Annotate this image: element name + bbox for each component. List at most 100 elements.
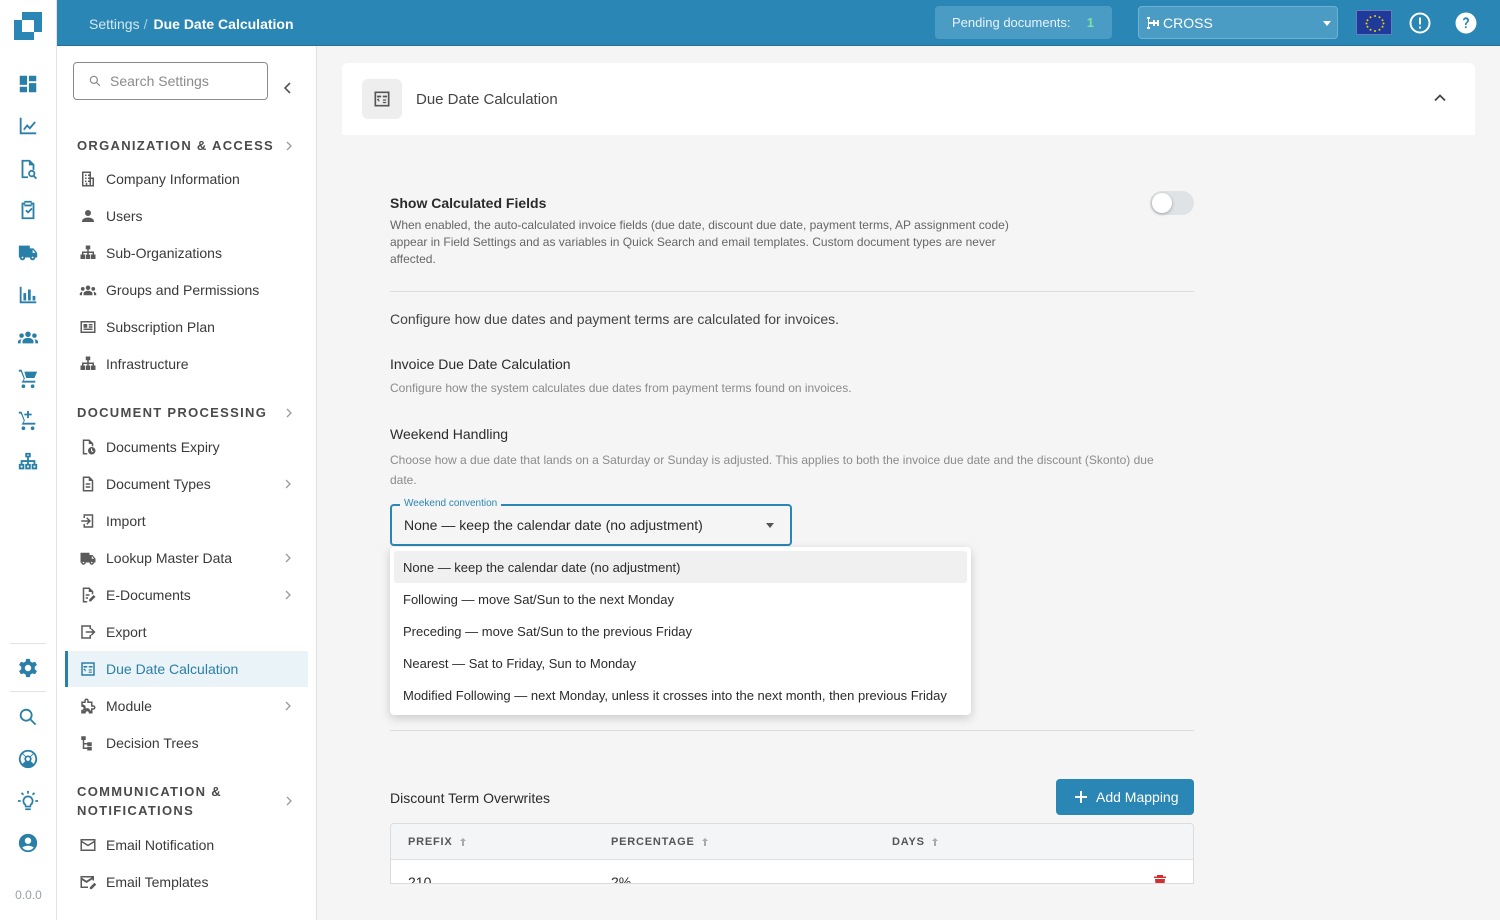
breadcrumb-separator: / (143, 16, 148, 32)
task-checklist-icon[interactable] (16, 198, 40, 222)
alert-icon[interactable] (1408, 11, 1432, 35)
truck-icon (79, 549, 97, 567)
weekend-option-following[interactable]: Following — move Sat/Sun to the next Mon… (394, 583, 967, 615)
sidebar-item-label: Company Information (106, 171, 240, 187)
sort-arrow-icon (459, 838, 466, 847)
dashboard-icon[interactable] (16, 72, 40, 96)
sidebar-item-export[interactable]: Export (65, 614, 308, 650)
network-icon[interactable] (16, 450, 40, 474)
weekend-option-modified-following[interactable]: Modified Following — next Monday, unless… (394, 679, 967, 711)
gear-icon[interactable] (16, 656, 40, 680)
edit-document-icon (79, 586, 97, 604)
table-cell-days: — (892, 874, 906, 884)
bar-chart-icon[interactable] (16, 283, 40, 307)
tenant-name: CROSS (1163, 14, 1213, 31)
add-mapping-button[interactable]: Add Mapping (1056, 779, 1194, 815)
sidebar-item-subscription-plan[interactable]: Subscription Plan (65, 309, 308, 345)
sidebar-item-label: Email Notification (106, 837, 215, 853)
sidebar-item-decision-trees[interactable]: Decision Trees (65, 725, 308, 761)
weekend-handling-description: Choose how a due date that lands on a Sa… (390, 453, 1154, 487)
document-search-icon[interactable] (16, 157, 40, 181)
sidebar-item-label: Import (106, 513, 146, 529)
chevron-up-icon[interactable] (1433, 91, 1447, 105)
column-header-label: PERCENTAGE (611, 836, 695, 848)
sidebar-item-label: Groups and Permissions (106, 282, 260, 298)
eu-flag-icon[interactable] (1356, 10, 1392, 35)
sidebar-item-label: Sub-Organizations (106, 245, 222, 261)
section-divider (390, 291, 1194, 292)
puzzle-icon (79, 697, 97, 715)
weekend-handling-title: Weekend Handling (390, 426, 509, 442)
column-header-days[interactable]: DAYS (892, 836, 939, 848)
weekend-option-nearest[interactable]: Nearest — Sat to Friday, Sun to Monday (394, 647, 967, 679)
weekend-option-none[interactable]: None — keep the calendar date (no adjust… (394, 551, 967, 583)
group-document-processing[interactable]: DOCUMENT PROCESSING (77, 403, 307, 422)
chevron-right-icon (286, 408, 292, 417)
sidebar-item-import[interactable]: Import (65, 503, 308, 539)
group-label: DOCUMENT PROCESSING (77, 405, 268, 420)
weekend-option-preceding[interactable]: Preceding — move Sat/Sun to the previous… (394, 615, 967, 647)
sidebar-item-lookup-master-data[interactable]: Lookup Master Data (65, 540, 308, 576)
sidebar-item-label: Document Types (106, 476, 211, 492)
sidebar-item-module[interactable]: Module (65, 688, 308, 724)
pending-documents-count: 1 (1086, 15, 1094, 30)
sidebar-item-label: Documents Expiry (106, 439, 220, 455)
pending-documents-badge[interactable]: Pending documents: 1 (935, 6, 1112, 39)
toggle-knob (1152, 193, 1172, 213)
mail-icon (79, 836, 97, 854)
delete-icon[interactable] (1153, 874, 1167, 884)
search-icon[interactable] (16, 705, 40, 729)
sidebar-item-email-templates[interactable]: Email Templates (65, 864, 308, 900)
lightbulb-icon[interactable] (16, 789, 40, 813)
sidebar-item-due-date-calculation[interactable]: Due Date Calculation (65, 651, 308, 687)
sidebar-item-infrastructure[interactable]: Infrastructure (65, 346, 308, 382)
rail-divider (10, 643, 46, 644)
table-header: PREFIX PERCENTAGE DAYS (391, 824, 1193, 860)
sidebar-item-sub-organizations[interactable]: Sub-Organizations (65, 235, 308, 271)
group-organization-access[interactable]: ORGANIZATION & ACCESS (77, 136, 307, 155)
sidebar-item-e-documents[interactable]: E-Documents (65, 577, 308, 613)
show-calculated-fields-toggle[interactable] (1150, 191, 1194, 215)
support-icon[interactable] (16, 747, 40, 771)
chevron-left-icon[interactable] (281, 81, 295, 95)
chevron-right-icon (285, 479, 291, 489)
sidebar-item-document-types[interactable]: Document Types (65, 466, 308, 502)
sidebar-item-groups-permissions[interactable]: Groups and Permissions (65, 272, 308, 308)
column-header-percentage[interactable]: PERCENTAGE (611, 836, 709, 848)
account-icon[interactable] (16, 831, 40, 855)
help-icon[interactable] (1454, 11, 1478, 35)
tenant-select[interactable]: CROSS (1138, 6, 1338, 39)
group-label: COMMUNICATION & NOTIFICATIONS (77, 784, 222, 818)
rail-divider (10, 691, 46, 692)
team-icon[interactable] (16, 325, 40, 349)
sidebar-item-company-information[interactable]: Company Information (65, 161, 308, 197)
document-clock-icon (79, 438, 97, 456)
pending-documents-label: Pending documents: (952, 15, 1071, 30)
hierarchy-icon (79, 244, 97, 262)
discount-term-overwrites-title: Discount Term Overwrites (390, 790, 551, 806)
group-communication-notifications[interactable]: COMMUNICATION & NOTIFICATIONS (77, 782, 292, 820)
sidebar-item-email-notification[interactable]: Email Notification (65, 827, 308, 863)
sidebar-item-label: Due Date Calculation (106, 661, 239, 677)
panel-header[interactable]: Due Date Calculation (342, 63, 1475, 135)
app-logo-icon[interactable] (12, 10, 44, 42)
chevron-right-icon (286, 141, 292, 150)
shopping-cart-icon[interactable] (16, 366, 40, 390)
sidebar-item-label: Email Templates (106, 874, 209, 890)
weekend-convention-select[interactable]: Weekend convention None — keep the calen… (390, 498, 792, 546)
add-to-cart-icon[interactable] (16, 408, 40, 432)
search-settings-input[interactable]: Search Settings (73, 62, 268, 100)
sidebar-item-users[interactable]: Users (65, 198, 308, 234)
add-mapping-label: Add Mapping (1096, 789, 1179, 805)
sort-arrow-icon (931, 838, 938, 847)
sidebar-item-label: E-Documents (106, 587, 191, 603)
column-header-prefix[interactable]: PREFIX (408, 836, 467, 848)
app-rail: 0.0.0 (0, 0, 57, 920)
delivery-truck-icon[interactable] (16, 240, 40, 264)
breadcrumb: Settings / Due Date Calculation (89, 16, 294, 32)
panel-title: Due Date Calculation (416, 91, 558, 108)
analytics-icon[interactable] (16, 114, 40, 138)
sidebar-item-documents-expiry[interactable]: Documents Expiry (65, 429, 308, 465)
breadcrumb-root[interactable]: Settings (89, 16, 140, 32)
id-card-icon (79, 318, 97, 336)
